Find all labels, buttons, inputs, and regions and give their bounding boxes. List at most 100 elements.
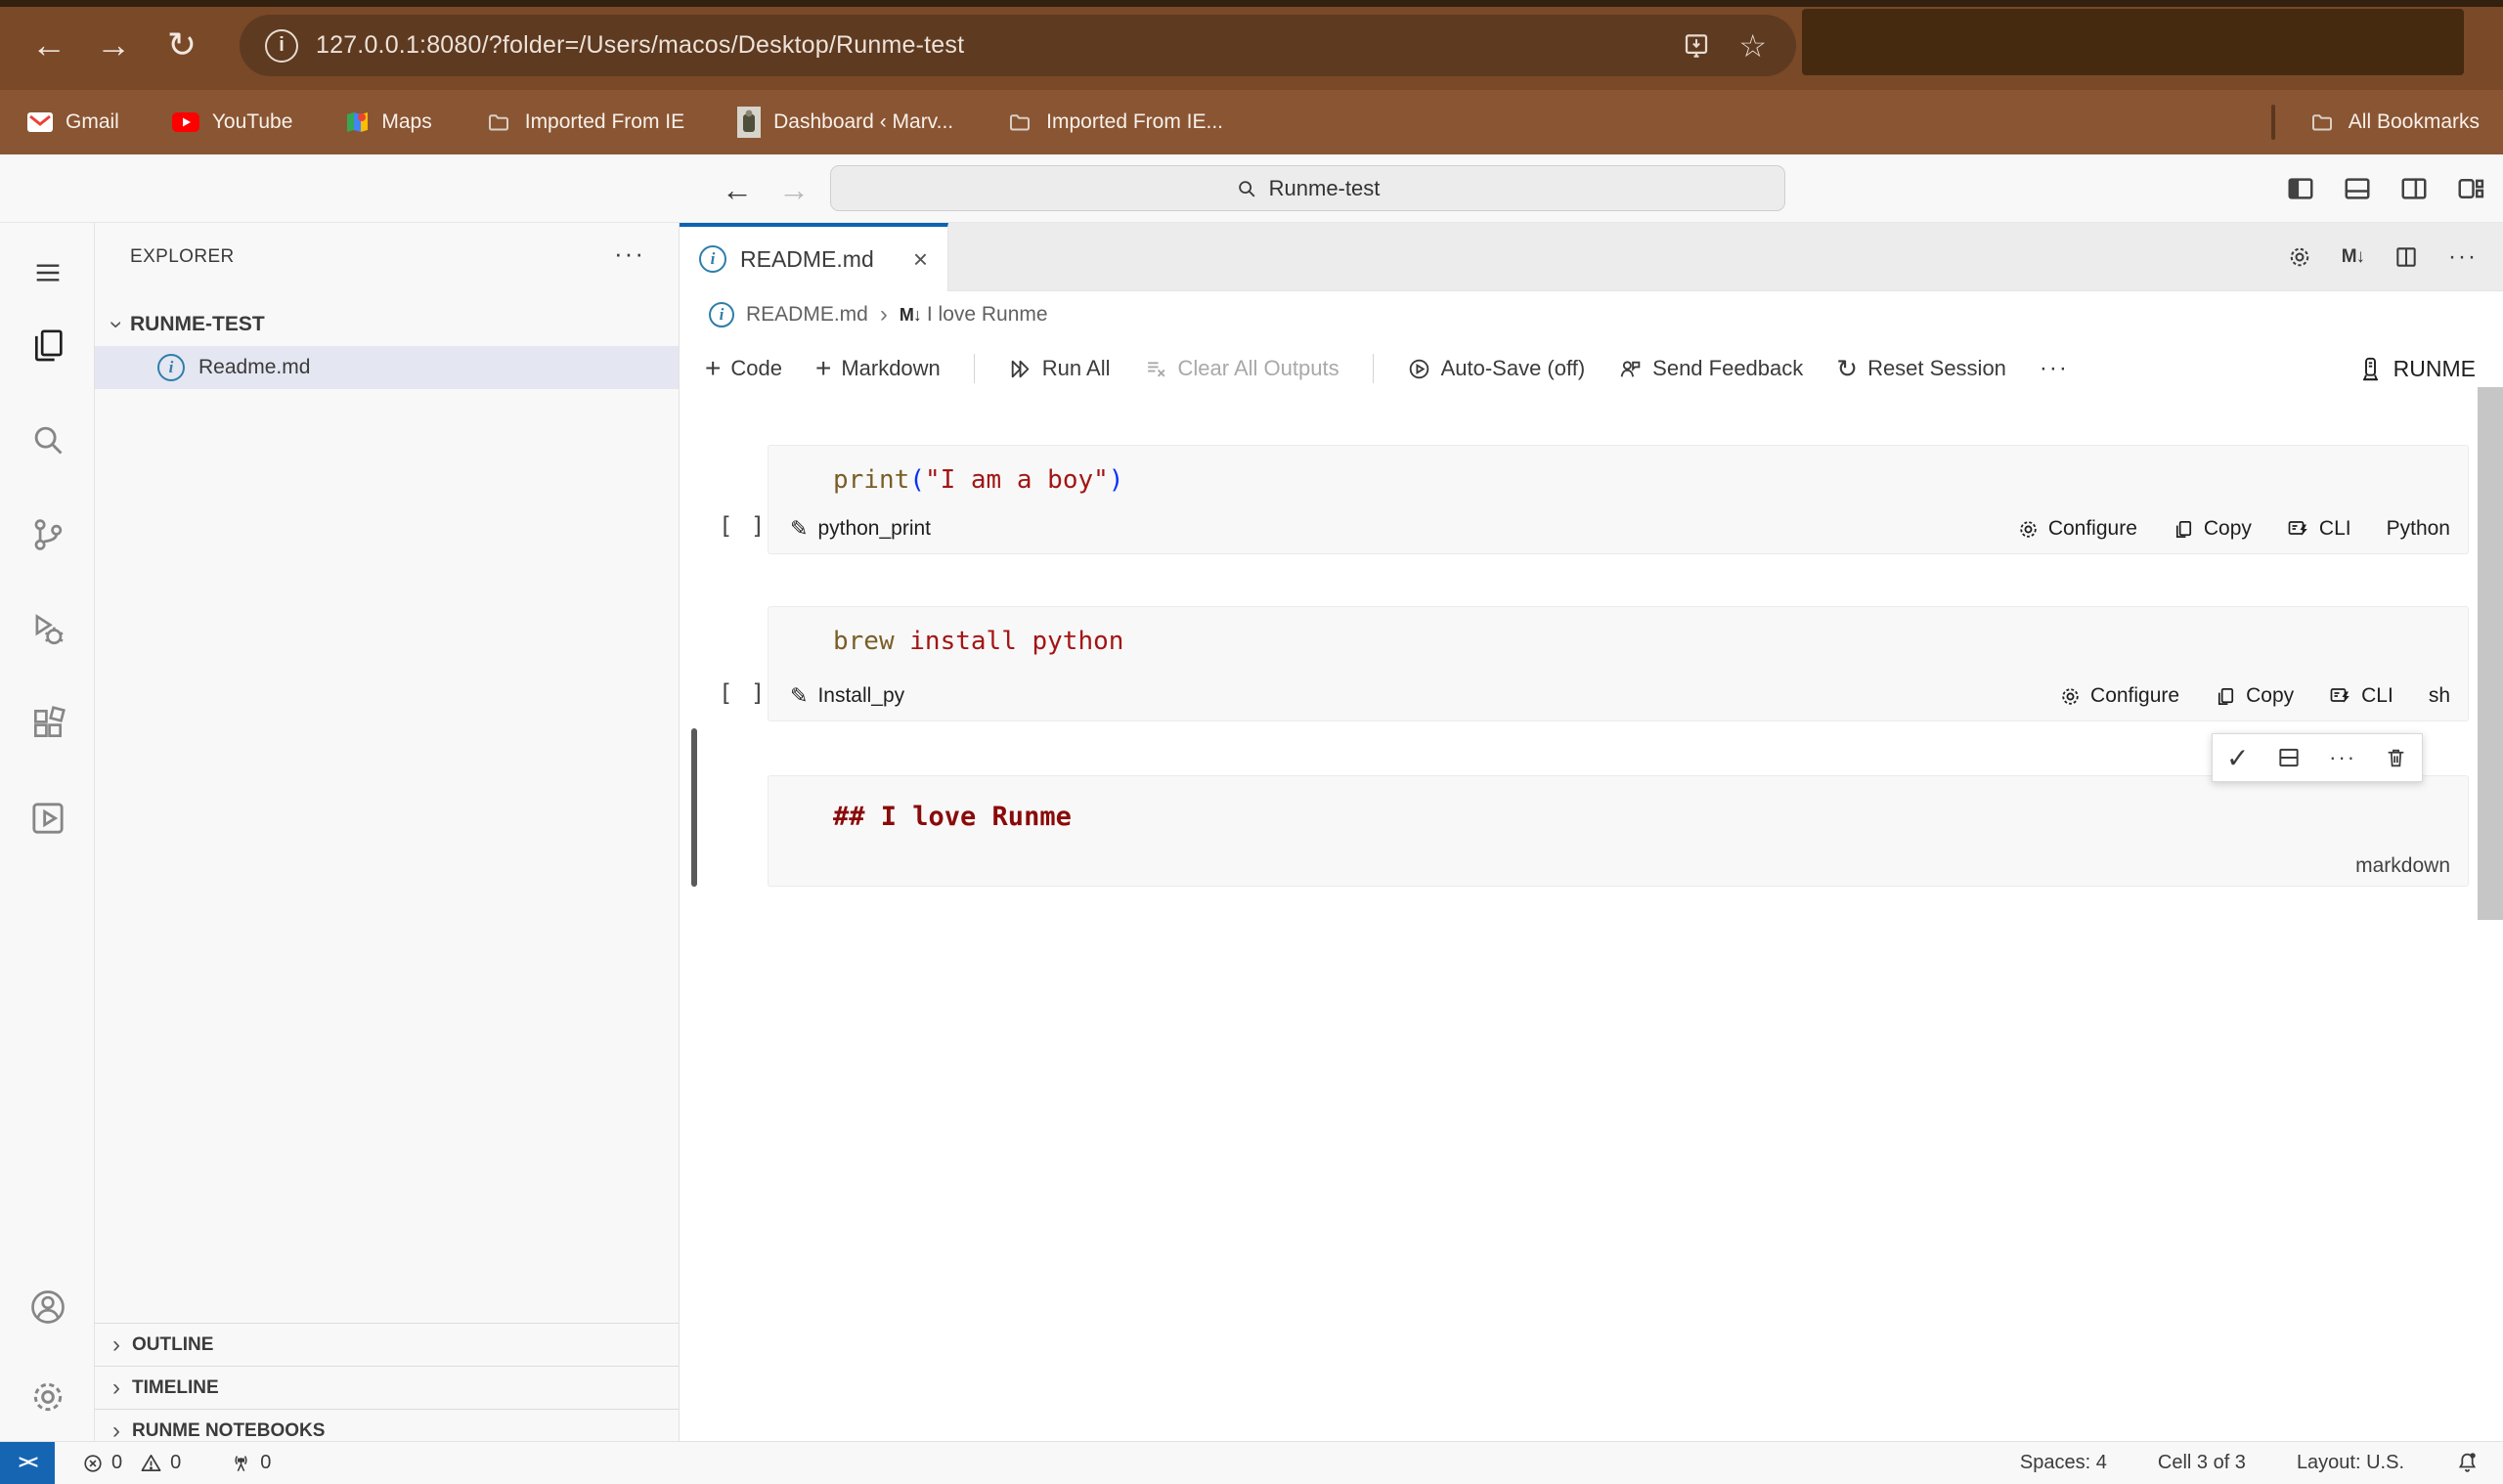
source-control-icon[interactable] bbox=[0, 506, 95, 563]
plus-icon: + bbox=[705, 353, 722, 383]
markdown-cell[interactable]: ## I love Runme markdown bbox=[768, 775, 2469, 887]
bookmark-imported-from-ie[interactable]: Imported From IE bbox=[485, 110, 684, 134]
bookmark-dashboard[interactable]: Dashboard ‹ Marv... bbox=[737, 107, 953, 138]
activity-bar bbox=[0, 223, 95, 1441]
history-forward-button[interactable]: → bbox=[772, 168, 815, 211]
explorer-more-actions[interactable]: ··· bbox=[614, 239, 645, 269]
notebook-settings-gear-icon[interactable] bbox=[2287, 244, 2312, 270]
tree-item-readme[interactable]: i Readme.md bbox=[95, 346, 679, 389]
code-cell-install-py[interactable]: brew install python ✎ Install_py Configu… bbox=[768, 606, 2469, 721]
bookmark-imported-from-ie-2[interactable]: Imported From IE... bbox=[1006, 110, 1223, 134]
cell-position-status[interactable]: Cell 3 of 3 bbox=[2158, 1452, 2246, 1474]
breadcrumb-file[interactable]: README.md bbox=[746, 303, 868, 327]
customize-layout-icon[interactable] bbox=[2456, 174, 2485, 203]
split-editor-icon[interactable] bbox=[2393, 244, 2419, 270]
problems-indicator[interactable]: 0 0 bbox=[82, 1452, 181, 1474]
runme-panel-icon[interactable] bbox=[0, 790, 95, 847]
forwarded-ports-indicator[interactable]: 0 bbox=[230, 1452, 271, 1474]
code-cell-python-print[interactable]: print("I am a boy") ✎ python_print Confi… bbox=[768, 445, 2469, 554]
back-icon: ← bbox=[31, 24, 66, 65]
toggle-secondary-sidebar-icon[interactable] bbox=[2399, 174, 2429, 203]
bookmark-youtube[interactable]: YouTube bbox=[171, 110, 292, 134]
keyboard-layout-status[interactable]: Layout: U.S. bbox=[2297, 1452, 2404, 1474]
markdown-source-text[interactable]: ## I love Runme bbox=[833, 802, 1072, 832]
cli-terminal-icon bbox=[2287, 517, 2310, 541]
notifications-bell-icon[interactable] bbox=[2455, 1451, 2480, 1475]
bookmark-star-icon[interactable]: ☆ bbox=[1738, 27, 1767, 65]
auto-save-button[interactable]: Auto-Save (off) bbox=[1407, 356, 1585, 381]
site-info-icon[interactable]: i bbox=[265, 28, 298, 63]
section-timeline[interactable]: › TIMELINE bbox=[95, 1366, 679, 1409]
command-center-search[interactable]: Runme-test bbox=[830, 165, 1785, 211]
add-markdown-button[interactable]: + Markdown bbox=[815, 353, 941, 384]
toggle-primary-sidebar-icon[interactable] bbox=[2286, 174, 2315, 203]
editor-more-actions[interactable]: ··· bbox=[2448, 243, 2478, 271]
cell-name-button[interactable]: ✎ Install_py bbox=[790, 683, 904, 709]
send-feedback-button[interactable]: Send Feedback bbox=[1618, 356, 1803, 381]
open-markdown-preview-icon[interactable]: M↓ bbox=[2342, 246, 2365, 268]
browser-back-button[interactable]: ← bbox=[22, 18, 76, 72]
split-cell-icon[interactable] bbox=[2276, 745, 2302, 770]
search-sidebar-icon[interactable] bbox=[0, 412, 95, 468]
clear-all-outputs-button: Clear All Outputs bbox=[1144, 356, 1339, 381]
cell-name-button[interactable]: ✎ python_print bbox=[790, 516, 931, 542]
cell-more-actions[interactable]: ··· bbox=[2329, 745, 2356, 770]
cell-language-label: markdown bbox=[2355, 854, 2450, 877]
tab-readme[interactable]: i README.md × bbox=[680, 223, 948, 291]
indentation-status[interactable]: Spaces: 4 bbox=[2020, 1452, 2107, 1474]
bookmarks-divider bbox=[2270, 105, 2275, 140]
accounts-icon[interactable] bbox=[0, 1279, 95, 1335]
close-tab-icon[interactable]: × bbox=[913, 244, 928, 275]
bookmark-gmail[interactable]: Gmail bbox=[27, 110, 119, 134]
breadcrumb-heading[interactable]: I love Runme bbox=[927, 303, 1048, 327]
address-bar[interactable]: i 127.0.0.1:8080/?folder=/Users/macos/De… bbox=[240, 15, 1796, 76]
extensions-icon[interactable] bbox=[0, 695, 95, 752]
browser-forward-button[interactable]: → bbox=[86, 18, 141, 72]
bookmark-maps[interactable]: Maps bbox=[345, 110, 432, 134]
toggle-panel-icon[interactable] bbox=[2343, 174, 2372, 203]
delete-cell-trash-icon[interactable] bbox=[2384, 746, 2408, 770]
tree-root-runme-test[interactable]: › RUNME-TEST bbox=[95, 303, 679, 346]
run-debug-icon[interactable] bbox=[0, 601, 95, 658]
copy-button[interactable]: Copy bbox=[2215, 684, 2294, 708]
breadcrumb-separator: › bbox=[879, 301, 888, 327]
runme-brand: RUNME bbox=[2357, 338, 2476, 399]
copy-button[interactable]: Copy bbox=[2173, 517, 2252, 541]
run-all-button[interactable]: Run All bbox=[1008, 356, 1111, 381]
breadcrumbs: i README.md › M↓ I love Runme bbox=[680, 291, 2503, 338]
cell-language-label: Python bbox=[2386, 517, 2450, 540]
confirm-check-icon[interactable]: ✓ bbox=[2226, 742, 2249, 774]
cli-button[interactable]: CLI bbox=[2329, 684, 2393, 708]
browser-toolbar: ← → ↻ i 127.0.0.1:8080/?folder=/Users/ma… bbox=[0, 0, 2503, 90]
configure-button[interactable]: Configure bbox=[2017, 517, 2137, 541]
reload-icon: ↻ bbox=[166, 24, 198, 65]
explorer-sidebar: EXPLORER ··· › RUNME-TEST i Readme.md › … bbox=[95, 223, 680, 1444]
reset-icon: ↻ bbox=[1836, 353, 1859, 383]
url-text[interactable]: 127.0.0.1:8080/?folder=/Users/macos/Desk… bbox=[316, 31, 964, 60]
settings-gear-icon[interactable] bbox=[0, 1369, 95, 1425]
browser-reload-button[interactable]: ↻ bbox=[154, 18, 209, 72]
add-code-button[interactable]: + Code bbox=[705, 353, 782, 384]
editor-scrollbar[interactable] bbox=[2478, 387, 2503, 920]
history-back-button[interactable]: ← bbox=[716, 168, 759, 211]
explorer-header: EXPLORER bbox=[130, 246, 235, 267]
cell-language-label: sh bbox=[2428, 684, 2450, 707]
menu-icon[interactable] bbox=[0, 244, 95, 301]
folder-icon bbox=[485, 110, 512, 134]
section-outline[interactable]: › OUTLINE bbox=[95, 1323, 679, 1366]
toolbar-more-actions[interactable]: ··· bbox=[2040, 355, 2069, 382]
bookmarks-bar: Gmail YouTube Maps Imported From IE Dash… bbox=[0, 90, 2503, 154]
reset-session-button[interactable]: ↻ Reset Session bbox=[1836, 354, 2006, 384]
code-line[interactable]: brew install python bbox=[833, 627, 1123, 656]
runme-file-icon: i bbox=[709, 302, 734, 327]
all-bookmarks-button[interactable]: All Bookmarks bbox=[2308, 110, 2480, 134]
cli-button[interactable]: CLI bbox=[2287, 517, 2351, 541]
explorer-icon[interactable] bbox=[0, 317, 95, 373]
copy-icon bbox=[2173, 518, 2195, 541]
remote-indicator[interactable]: >< bbox=[0, 1442, 55, 1484]
runme-file-icon: i bbox=[157, 354, 185, 381]
radio-tower-icon bbox=[230, 1452, 252, 1474]
code-line[interactable]: print("I am a boy") bbox=[833, 465, 1123, 495]
configure-button[interactable]: Configure bbox=[2059, 684, 2179, 708]
install-app-icon[interactable] bbox=[1682, 31, 1711, 61]
